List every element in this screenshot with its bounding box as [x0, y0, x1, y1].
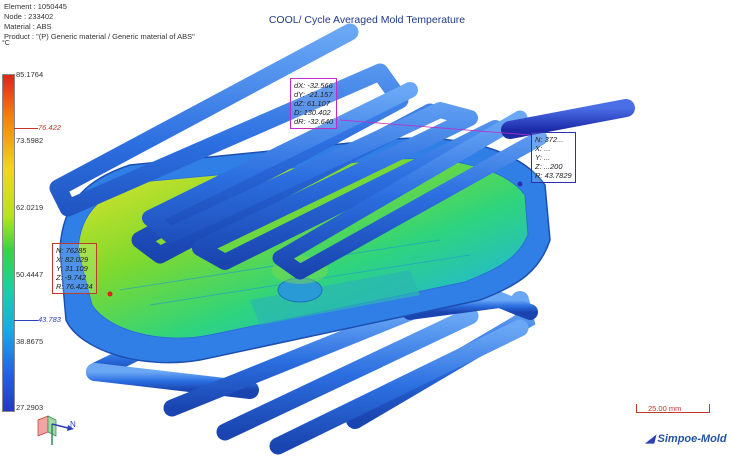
- logo-text: Simpoe-Mold: [657, 433, 727, 445]
- scale-bar-label: 25.00 mm: [648, 404, 682, 413]
- axis-n-label: N: [70, 420, 76, 429]
- probe-point-right: [517, 181, 523, 187]
- logo-icon: ◢: [646, 433, 655, 445]
- probe-z: Z: -9.742: [56, 273, 87, 282]
- probe-x: X: 82.029: [56, 255, 89, 264]
- distance-probe-box[interactable]: dX: -32.566 dY: -21.157 dZ: 61.107 D: 13…: [290, 78, 338, 129]
- probe-d: D: 130.402: [294, 108, 331, 117]
- probe-dx: dX: -32.566: [294, 81, 333, 90]
- probe-y: Y: 31.109: [56, 264, 88, 273]
- probe-result: R: 43.7829: [535, 171, 572, 180]
- right-probe-box[interactable]: N: 372... X: ... Y: ... Z: ...200 R: 43.…: [531, 132, 576, 183]
- probe-result: R: 76.4224: [56, 282, 93, 291]
- probe-y: Y: ...: [535, 153, 551, 162]
- left-probe-box[interactable]: N: 76285 X: 82.029 Y: 31.109 Z: -9.742 R…: [52, 243, 97, 294]
- probe-node: N: 76285: [56, 246, 87, 255]
- probe-z: Z: ...200: [535, 162, 563, 171]
- probe-dy: dY: -21.157: [294, 90, 333, 99]
- axis-triad[interactable]: [37, 415, 74, 445]
- simpoe-logo: ◢ Simpoe-Mold: [646, 432, 727, 445]
- probe-node: N: 372...: [535, 135, 564, 144]
- probe-dr: dR: -32.640: [294, 117, 334, 126]
- model-viewport[interactable]: [0, 0, 734, 456]
- probe-point-left: [107, 291, 113, 297]
- probe-dz: dZ: 61.107: [294, 99, 330, 108]
- probe-x: X: ...: [535, 144, 551, 153]
